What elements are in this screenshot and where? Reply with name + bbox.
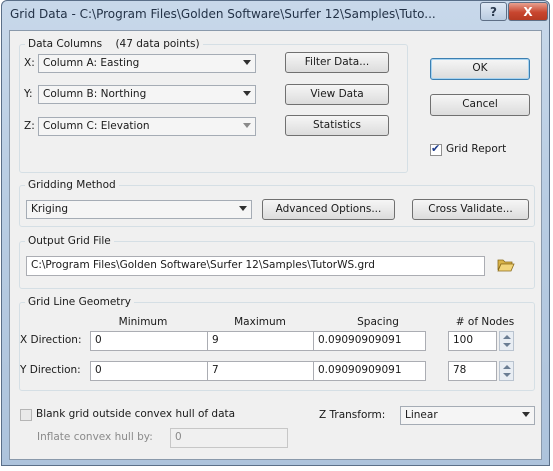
z-transform-value: Linear (405, 409, 438, 421)
close-button[interactable]: X (508, 2, 548, 21)
spin-up-icon[interactable] (503, 335, 511, 339)
advanced-options-button[interactable]: Advanced Options... (262, 199, 395, 220)
x-minimum-input[interactable]: 0 (90, 331, 208, 351)
spin-down-icon[interactable] (503, 373, 511, 377)
y-column-label: Y: (24, 88, 33, 100)
y-spacing-input[interactable]: 0.09090909091 (313, 361, 426, 381)
z-column-value: Column C: Elevation (43, 120, 150, 132)
minimum-header: Minimum (118, 316, 168, 328)
x-column-value: Column A: Easting (43, 57, 140, 69)
x-nodes-spinner[interactable] (499, 331, 514, 351)
grid-report-label[interactable]: Grid Report (446, 143, 506, 155)
maximum-header: Maximum (234, 316, 286, 328)
spacing-header: Spacing (357, 316, 399, 328)
chevron-down-icon (243, 123, 251, 128)
window-title: Grid Data - C:\Program Files\Golden Soft… (10, 7, 436, 21)
dialog-client-area: Data Columns (47 data points) X: Column … (9, 30, 542, 460)
output-file-path-input[interactable]: C:\Program Files\Golden Software\Surfer … (26, 256, 485, 276)
y-column-select[interactable]: Column B: Northing (38, 85, 256, 104)
chevron-down-icon (522, 412, 530, 417)
grid-data-dialog: Grid Data - C:\Program Files\Golden Soft… (1, 0, 550, 466)
chevron-down-icon (243, 91, 251, 96)
z-column-select[interactable]: Column C: Elevation (38, 117, 256, 136)
filter-data-button[interactable]: Filter Data... (285, 52, 389, 73)
y-column-value: Column B: Northing (43, 88, 147, 100)
help-button[interactable]: ? (480, 2, 507, 21)
grid-line-geometry-label: Grid Line Geometry (25, 296, 134, 308)
x-maximum-input[interactable]: 9 (207, 331, 325, 351)
cross-validate-button[interactable]: Cross Validate... (412, 199, 529, 220)
x-column-label: X: (24, 57, 35, 69)
y-nodes-spinner[interactable] (499, 361, 514, 381)
blank-grid-label[interactable]: Blank grid outside convex hull of data (36, 408, 235, 420)
inflate-hull-label: Inflate convex hull by: (37, 431, 153, 443)
data-columns-label: Data Columns (28, 38, 103, 50)
x-direction-label: X Direction: (20, 334, 82, 346)
ok-button[interactable]: OK (430, 58, 530, 80)
blank-grid-checkbox[interactable] (20, 409, 32, 421)
folder-open-icon[interactable] (497, 257, 515, 273)
nodes-header: # of Nodes (455, 316, 515, 328)
gridding-method-value: Kriging (31, 203, 69, 215)
statistics-button[interactable]: Statistics (285, 115, 389, 136)
y-maximum-input[interactable]: 7 (207, 361, 325, 381)
y-direction-label: Y Direction: (20, 364, 81, 376)
z-column-label: Z: (24, 120, 35, 132)
x-column-select[interactable]: Column A: Easting (38, 54, 256, 73)
grid-report-checkbox[interactable] (430, 142, 442, 156)
title-bar[interactable]: Grid Data - C:\Program Files\Golden Soft… (2, 1, 549, 30)
spin-down-icon[interactable] (503, 343, 511, 347)
chevron-down-icon (243, 60, 251, 65)
data-points-count: (47 data points) (115, 38, 200, 50)
view-data-button[interactable]: View Data (285, 84, 389, 105)
chevron-down-icon (239, 206, 247, 211)
x-nodes-input[interactable]: 100 (448, 331, 497, 351)
y-nodes-input[interactable]: 78 (448, 361, 497, 381)
z-transform-select[interactable]: Linear (400, 406, 535, 425)
data-columns-heading: Data Columns (47 data points) (25, 38, 203, 50)
inflate-hull-input[interactable]: 0 (170, 428, 288, 448)
x-spacing-input[interactable]: 0.09090909091 (313, 331, 426, 351)
gridding-method-select[interactable]: Kriging (26, 200, 252, 219)
z-transform-label: Z Transform: (319, 409, 386, 421)
gridding-method-label: Gridding Method (25, 179, 119, 191)
output-grid-file-label: Output Grid File (25, 235, 114, 247)
spin-up-icon[interactable] (503, 365, 511, 369)
cancel-button[interactable]: Cancel (430, 94, 530, 116)
y-minimum-input[interactable]: 0 (90, 361, 208, 381)
